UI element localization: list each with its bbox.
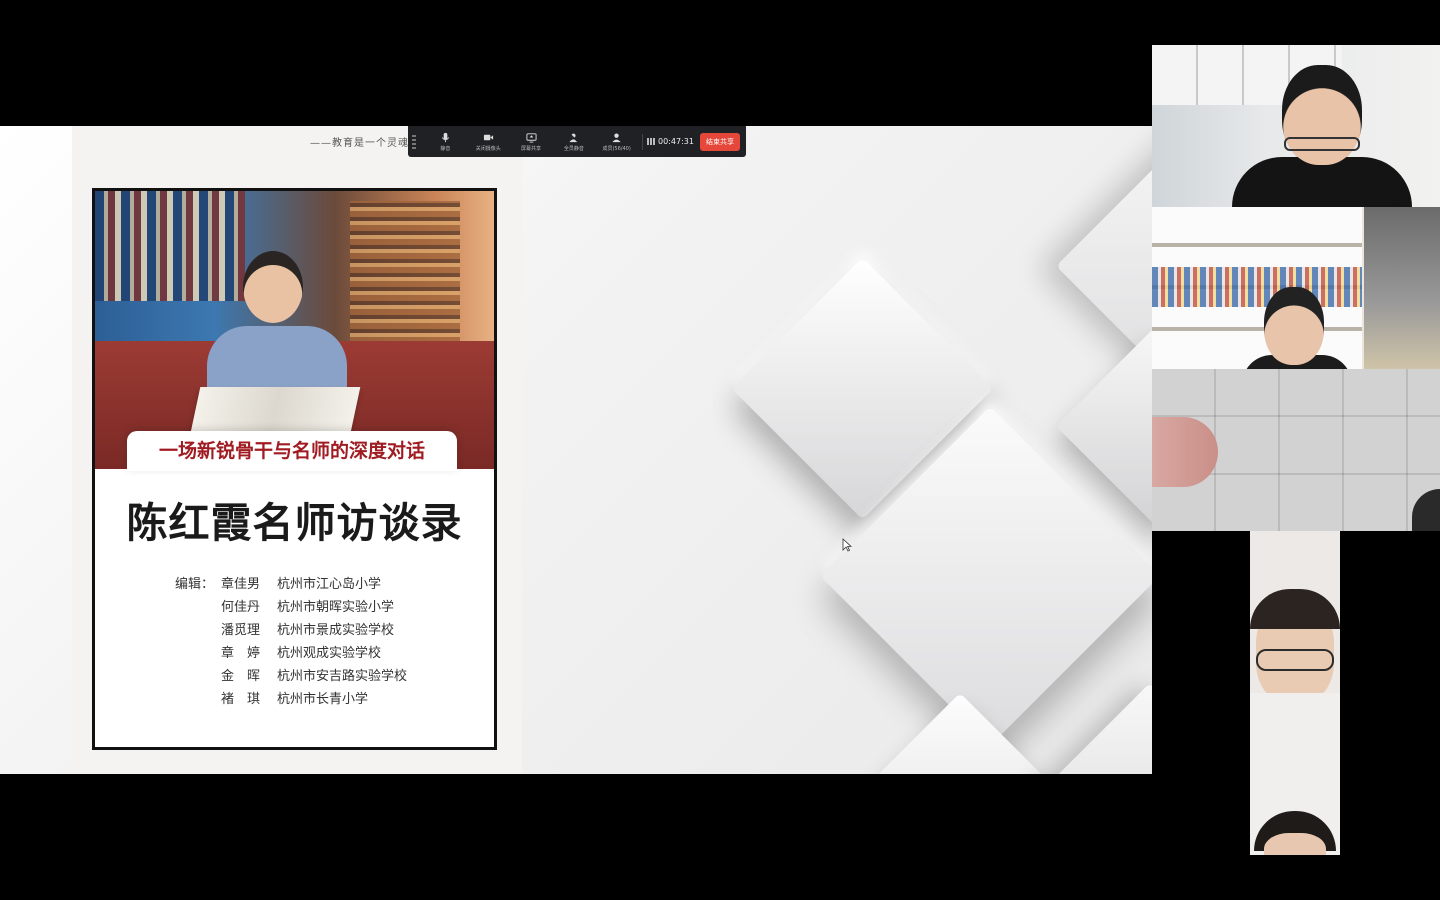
cover-tagline: 一场新锐骨干与名师的深度对话 <box>127 431 457 471</box>
screen-share-icon <box>525 132 537 143</box>
mute-all-label: 全员静音 <box>563 145 584 152</box>
credit-row: 编辑： 章佳男 杭州市江心岛小学 <box>175 573 407 596</box>
mute-label: 静音 <box>440 145 451 152</box>
meeting-toolbar: 静音 关闭摄像头 屏幕共享 全员静音 成员(56/40) 00:47:31 结束… <box>408 126 746 157</box>
editor-school: 杭州观成实验学校 <box>277 646 382 661</box>
editor-name: 褚 琪 <box>221 692 261 707</box>
credit-row: 褚 琪 杭州市长青小学 <box>175 688 407 711</box>
mute-all-button[interactable]: 全员静音 <box>552 126 595 157</box>
participant-head <box>1264 287 1324 365</box>
editor-school: 杭州市安吉路实验学校 <box>277 669 408 684</box>
camera-icon <box>483 134 493 140</box>
background-books <box>1152 267 1362 307</box>
members-button[interactable]: 成员(56/40) <box>595 126 638 157</box>
cover-title: 陈红霞名师访谈录 <box>126 499 463 547</box>
participant-video-tile[interactable] <box>1152 207 1440 369</box>
editor-name: 章佳男 <box>221 577 261 592</box>
participant-video-tile[interactable] <box>1152 369 1440 531</box>
participant-hand <box>1152 417 1218 487</box>
cover-credits: 编辑： 章佳男 杭州市江心岛小学 何佳丹 杭州市朝晖实验小学 潘觅理 杭州市景成… <box>175 573 407 711</box>
editor-name: 潘觅理 <box>221 623 261 638</box>
editor-name: 金 晖 <box>221 669 261 684</box>
credit-row: 何佳丹 杭州市朝晖实验小学 <box>175 596 407 619</box>
glasses <box>1284 137 1360 151</box>
mouse-cursor-icon <box>842 538 852 552</box>
editor-school: 杭州市江心岛小学 <box>277 577 382 592</box>
participant-video-tile[interactable] <box>1152 45 1440 207</box>
stop-camera-label: 关闭摄像头 <box>475 145 501 152</box>
credits-label: 编辑： <box>175 577 215 592</box>
credit-row: 章 婷 杭州观成实验学校 <box>175 642 407 665</box>
decorative-cube <box>1036 682 1152 774</box>
signal-strength-icon <box>647 138 656 145</box>
microphone-icon <box>441 132 449 142</box>
end-share-button[interactable]: 结束共享 <box>699 132 740 151</box>
toolbar-divider <box>642 133 644 150</box>
shared-screen-slide: ——教育是一个灵魂 一场新锐骨干与名师的深度对话 陈红霞名师访谈录 编辑： 章佳… <box>0 126 1152 774</box>
slide-quote: ——教育是一个灵魂 <box>310 138 409 149</box>
editor-school: 杭州市景成实验学校 <box>277 623 395 638</box>
cover-photo <box>95 191 494 469</box>
glasses <box>1256 649 1334 671</box>
credit-row: 金 晖 杭州市安吉路实验学校 <box>175 665 407 688</box>
meeting-timer: 00:47:31 <box>647 137 694 146</box>
screen-share-button[interactable]: 屏幕共享 <box>510 126 553 157</box>
participant-video-tile[interactable] <box>1250 531 1340 693</box>
editor-school: 杭州市长青小学 <box>277 692 369 707</box>
mute-button[interactable]: 静音 <box>424 126 467 157</box>
editor-name: 何佳丹 <box>221 600 261 615</box>
mute-all-icon <box>568 131 579 143</box>
participant-edge <box>1412 489 1440 531</box>
decorative-cube <box>846 692 1074 774</box>
screen-share-label: 屏幕共享 <box>521 145 542 152</box>
members-label: 成员(56/40) <box>602 145 631 152</box>
stop-camera-button[interactable]: 关闭摄像头 <box>467 126 510 157</box>
open-book <box>189 387 361 437</box>
editor-school: 杭州市朝晖实验小学 <box>277 600 395 615</box>
book-cover: 一场新锐骨干与名师的深度对话 陈红霞名师访谈录 编辑： 章佳男 杭州市江心岛小学… <box>92 188 497 750</box>
editor-name: 章 婷 <box>221 646 261 661</box>
participant-hair <box>1250 589 1340 629</box>
reader-head <box>243 251 303 323</box>
bookshelf <box>95 191 245 301</box>
background-window <box>1364 207 1440 369</box>
drag-handle-icon[interactable] <box>412 134 416 149</box>
participant-face <box>1264 833 1326 855</box>
credit-row: 潘觅理 杭州市景成实验学校 <box>175 619 407 642</box>
members-icon <box>612 132 621 142</box>
timer-text: 00:47:31 <box>658 137 694 146</box>
participant-video-tile[interactable] <box>1250 693 1340 855</box>
